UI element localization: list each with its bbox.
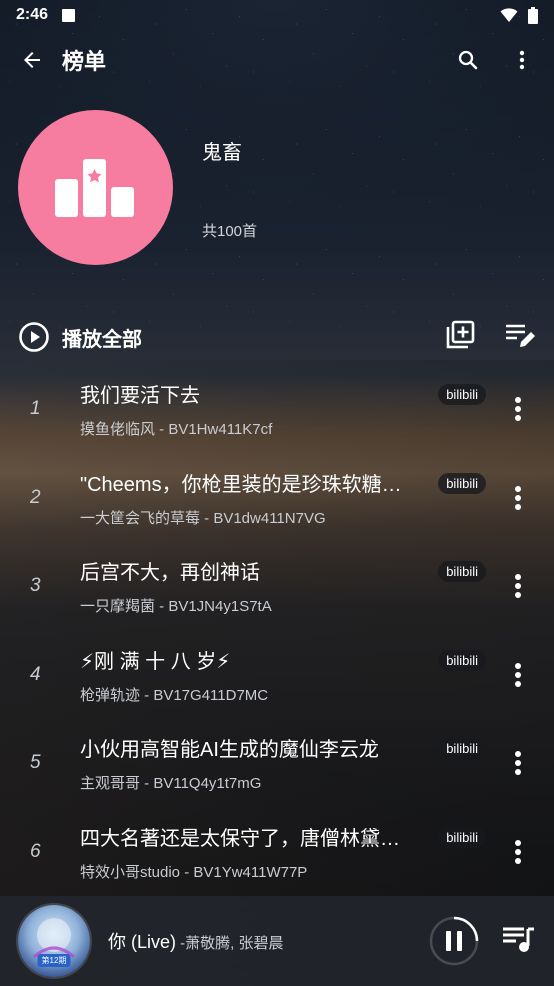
song-subtitle: 摸鱼佬临风 - BV1Hw411K7cf: [80, 421, 273, 438]
song-row[interactable]: 2 "Cheems，你枪里装的是珍珠软糖… 一大筐会飞的草莓 - BV1dw41…: [0, 454, 554, 543]
battery-icon: [528, 6, 538, 24]
song-subtitle: 一只摩羯菌 - BV1JN4y1S7tA: [80, 598, 272, 615]
source-badge: bilibili: [438, 826, 486, 848]
song-more-button[interactable]: [500, 745, 536, 781]
queue-music-icon: [503, 927, 534, 952]
pause-button[interactable]: [428, 915, 480, 967]
song-more-button[interactable]: [500, 480, 536, 516]
song-row[interactable]: 3 后宫不大，再创神话 一只摩羯菌 - BV1JN4y1S7tA bilibil…: [0, 542, 554, 631]
library-add-icon: [446, 320, 475, 348]
source-badge: bilibili: [438, 472, 486, 494]
song-row[interactable]: 6 四大名著还是太保守了，唐僧林黛… 特效小哥studio - BV1Yw411…: [0, 808, 554, 897]
now-playing-artist: -萧敬腾, 张碧晨: [176, 935, 284, 952]
song-subtitle: 特效小哥studio - BV1Yw411W77P: [80, 863, 308, 881]
more-vert-icon: [515, 485, 521, 510]
playlist-edit-icon: [506, 324, 535, 347]
song-title: 小伙用高智能AI生成的魔仙李云龙: [80, 739, 379, 761]
song-row[interactable]: 5 小伙用高智能AI生成的魔仙李云龙 主观哥哥 - BV11Q4y1t7mG b…: [0, 719, 554, 808]
song-index: 3: [30, 575, 41, 596]
play-all-label: 播放全部: [62, 328, 142, 351]
progress-ring-icon: [429, 916, 479, 966]
source-badge: bilibili: [438, 561, 486, 582]
add-to-playlist-button[interactable]: [444, 319, 476, 356]
song-index: 4: [30, 663, 41, 685]
song-subtitle: 枪弹轨迹 - BV17G411D7MC: [80, 686, 269, 704]
more-vert-icon: [515, 574, 521, 598]
queue-button[interactable]: [502, 924, 536, 959]
search-button[interactable]: [448, 40, 488, 80]
song-index: 1: [30, 398, 41, 419]
song-list: 1 我们要活下去 摸鱼佬临风 - BV1Hw411K7cf bilibili 2…: [0, 365, 554, 896]
song-title: 四大名著还是太保守了，唐僧林黛…: [80, 827, 400, 850]
song-more-button[interactable]: [500, 568, 536, 604]
song-subtitle: 主观哥哥 - BV11Q4y1t7mG: [80, 775, 262, 792]
mini-player[interactable]: 第12期 你 (Live) -萧敬腾, 张碧晨: [0, 896, 554, 986]
song-more-button[interactable]: [500, 657, 536, 693]
search-icon: [458, 50, 478, 70]
wifi-icon: [500, 8, 518, 22]
playlist-cover[interactable]: [18, 110, 173, 265]
now-playing-text: 你 (Live) -萧敬腾, 张碧晨: [108, 928, 284, 954]
playlist-count: 共100首: [202, 223, 258, 240]
playlist-header: 鬼畜 共100首: [18, 110, 538, 270]
play-all-button[interactable]: 播放全部: [18, 321, 142, 353]
source-badge: bilibili: [438, 384, 486, 405]
song-row[interactable]: 4 ⚡刚 满 十 八 岁⚡ 枪弹轨迹 - BV17G411D7MC bilibi…: [0, 631, 554, 720]
song-index: 6: [30, 840, 41, 862]
playlist-name: 鬼畜: [202, 142, 242, 164]
song-title: "Cheems，你枪里装的是珍珠软糖…: [80, 473, 402, 496]
more-vert-icon: [515, 397, 521, 421]
edit-list-button[interactable]: [504, 319, 536, 356]
album-art-tag: 第12期: [37, 954, 71, 967]
back-button[interactable]: [12, 40, 52, 80]
app-bar: 榜单: [0, 30, 554, 90]
source-badge: bilibili: [438, 738, 486, 759]
song-title: ⚡刚 满 十 八 岁⚡: [80, 650, 231, 673]
source-badge: bilibili: [438, 649, 486, 671]
song-more-button[interactable]: [500, 834, 536, 870]
play-all-bar: 播放全部: [0, 312, 554, 362]
status-time: 2:46: [16, 6, 49, 23]
song-index: 5: [30, 752, 41, 773]
play-circle-icon: [19, 322, 49, 352]
more-vert-icon: [515, 839, 521, 864]
more-vert-icon: [515, 662, 521, 687]
song-more-button[interactable]: [500, 391, 536, 427]
overflow-menu-button[interactable]: [502, 40, 542, 80]
song-index: 2: [30, 486, 41, 508]
song-title: 我们要活下去: [80, 385, 200, 407]
more-vert-icon: [519, 50, 525, 70]
notification-icon: [62, 8, 76, 22]
page-title: 榜单: [62, 49, 107, 74]
status-bar: 2:46: [0, 0, 554, 30]
now-playing-title: 你 (Live): [108, 932, 177, 952]
song-subtitle: 一大筐会飞的草莓 - BV1dw411N7VG: [80, 509, 326, 527]
song-title: 后宫不大，再创神话: [80, 562, 260, 584]
song-row[interactable]: 1 我们要活下去 摸鱼佬临风 - BV1Hw411K7cf bilibili: [0, 365, 554, 454]
arrow-left-icon: [24, 52, 40, 68]
more-vert-icon: [515, 751, 521, 775]
album-art[interactable]: 第12期: [18, 905, 90, 977]
leaderboard-podium-icon: [54, 158, 134, 217]
